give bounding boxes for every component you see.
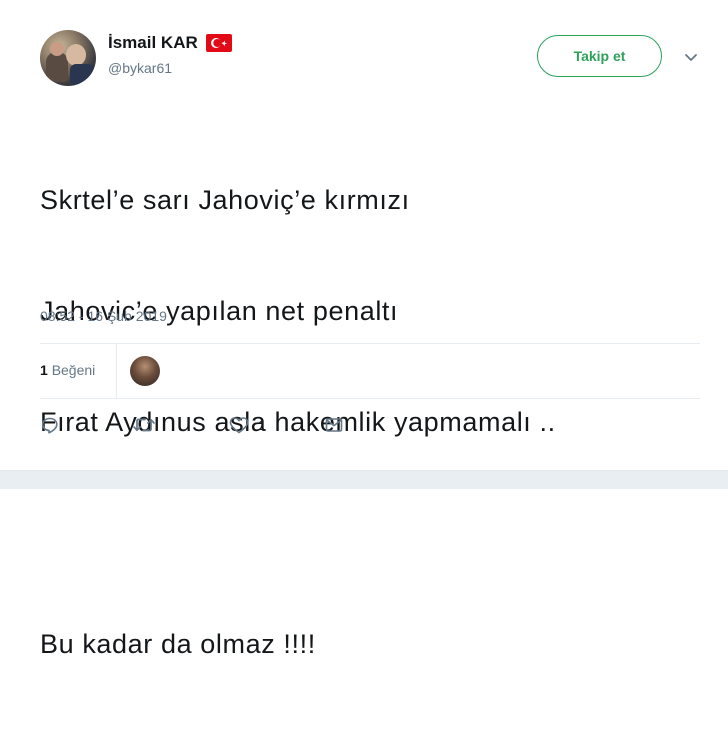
retweet-icon (132, 415, 156, 435)
display-name[interactable]: İsmail KAR (108, 33, 198, 53)
likes-count: 1 (40, 362, 48, 378)
author-name-row: İsmail KAR (108, 33, 232, 53)
liker-avatar[interactable] (130, 356, 160, 386)
tweet-timestamp[interactable]: 08:52 - 16 Şub 2019 (40, 308, 167, 324)
follow-button[interactable]: Takip et (537, 35, 662, 77)
retweet-button[interactable] (132, 412, 156, 438)
direct-message-button[interactable] (324, 412, 344, 438)
tweet-card: İsmail KAR @bykar61 Takip et Skrtel’e sa… (0, 0, 728, 659)
tweet-line: Bu kadar da olmaz !!!! (40, 629, 316, 659)
user-handle[interactable]: @bykar61 (108, 60, 172, 76)
avatar[interactable] (40, 30, 96, 86)
heart-icon (228, 415, 250, 435)
divider (40, 398, 700, 399)
action-bar: 1 (40, 412, 416, 438)
envelope-icon (324, 415, 344, 435)
like-count: 1 (258, 417, 266, 433)
likes-row: 1 Beğeni (40, 344, 700, 398)
reply-icon (40, 415, 60, 435)
divider (116, 344, 117, 398)
likes-stat[interactable]: 1 Beğeni (40, 362, 95, 378)
turkey-flag-icon (205, 34, 232, 52)
chevron-down-icon[interactable] (682, 48, 700, 66)
tweet-line: Skrtel’e sarı Jahoviç’e kırmızı (40, 185, 410, 215)
like-button[interactable]: 1 (228, 412, 266, 438)
reply-button[interactable] (40, 412, 60, 438)
page-footer-band (0, 470, 728, 489)
likes-label: Beğeni (51, 362, 96, 378)
